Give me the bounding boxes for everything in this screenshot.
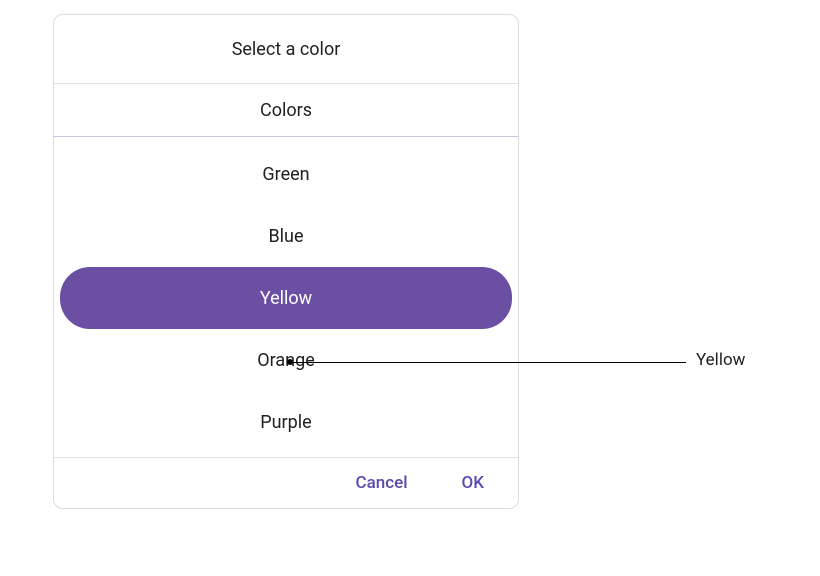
dialog-title: Select a color — [54, 15, 518, 84]
annotation-label: Yellow — [696, 350, 745, 370]
color-list: Green Blue Yellow Orange Purple — [54, 137, 518, 457]
cancel-button[interactable]: Cancel — [355, 473, 407, 493]
ok-button[interactable]: OK — [462, 473, 484, 493]
section-header: Colors — [54, 84, 518, 137]
color-option-orange[interactable]: Orange — [60, 329, 512, 391]
color-option-yellow[interactable]: Yellow — [60, 267, 512, 329]
select-dialog: Select a color Colors Green Blue Yellow … — [53, 14, 519, 509]
color-option-blue[interactable]: Blue — [60, 205, 512, 267]
color-option-purple[interactable]: Purple — [60, 391, 512, 453]
annotation-line — [290, 362, 686, 363]
color-option-green[interactable]: Green — [60, 143, 512, 205]
dialog-footer: Cancel OK — [54, 457, 518, 508]
